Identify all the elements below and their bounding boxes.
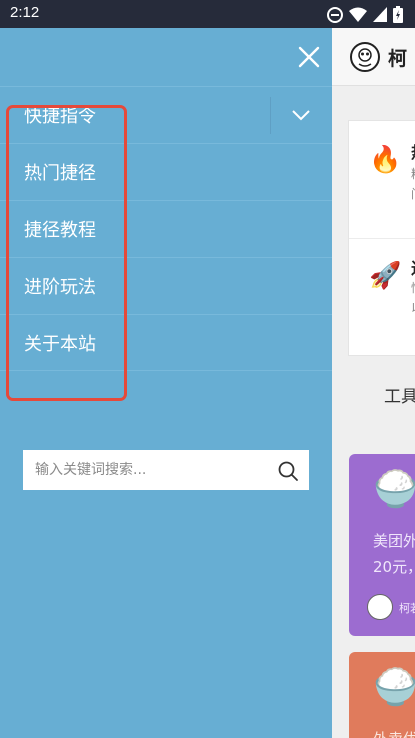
card-title: 热 — [411, 139, 415, 163]
card-desc: 情 — [411, 279, 415, 298]
tools-section-label: 工具 — [384, 387, 415, 407]
status-icons — [327, 6, 403, 23]
card-hot[interactable]: 🔥 热 精 门 — [349, 121, 415, 239]
battery-icon — [393, 6, 403, 23]
highlight-annotation-box — [6, 105, 127, 401]
card-desc: 精 — [411, 165, 415, 184]
background-page: 柯 🔥 热 精 门 🚀 进 情 以 工具 🍚 美团外 20元， 柯若 🍚 外卖优 — [332, 28, 415, 738]
search-box — [23, 450, 309, 490]
do-not-disturb-icon — [327, 6, 343, 23]
promo-title: 美团外 — [373, 532, 415, 550]
promo-subtitle: 20元， — [373, 558, 415, 576]
avatar-face-icon — [358, 48, 372, 67]
card-advanced[interactable]: 🚀 进 情 以 — [349, 239, 415, 357]
author-name: 柯若 — [399, 602, 415, 615]
author-avatar — [367, 594, 393, 620]
search-input[interactable] — [23, 450, 273, 490]
signal-icon — [373, 7, 387, 22]
site-avatar[interactable] — [350, 42, 380, 72]
status-time: 2:12 — [10, 4, 40, 21]
fire-icon: 🔥 — [369, 145, 402, 175]
chevron-down-icon — [292, 110, 310, 121]
status-bar: 2:12 — [0, 0, 415, 28]
search-icon[interactable] — [277, 460, 299, 482]
page-header: 柯 — [332, 28, 415, 86]
close-icon[interactable] — [296, 44, 322, 70]
rocket-icon: 🚀 — [369, 261, 402, 291]
site-brand[interactable]: 柯 — [388, 44, 407, 71]
promo-title: 外卖优 — [373, 728, 415, 738]
card-desc: 门 — [411, 185, 415, 204]
feature-cards: 🔥 热 精 门 🚀 进 情 以 — [348, 120, 415, 356]
card-desc: 以 — [411, 299, 415, 318]
expand-submenu-button[interactable] — [270, 97, 332, 134]
rice-bowl-icon: 🍚 — [373, 469, 415, 510]
rice-bowl-icon: 🍚 — [373, 667, 415, 708]
wifi-icon — [349, 7, 367, 22]
promo-card-meituan[interactable]: 🍚 美团外 20元， 柯若 — [349, 454, 415, 636]
card-title: 进 — [411, 255, 415, 279]
navigation-drawer: 快捷指令 热门捷径 捷径教程 进阶玩法 关于本站 — [0, 28, 332, 738]
promo-card-waimai[interactable]: 🍚 外卖优 — [349, 652, 415, 738]
